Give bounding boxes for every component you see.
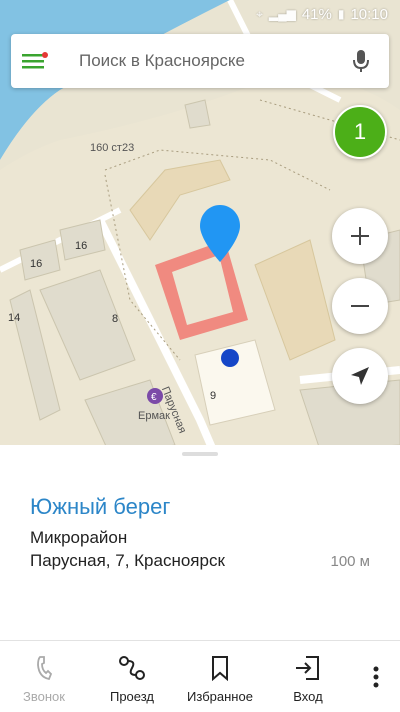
building-small (184, 99, 211, 129)
plus-icon (351, 227, 369, 245)
call-label: Звонок (23, 689, 65, 704)
navigation-arrow-icon (351, 367, 369, 385)
status-bar: ⌖ ▂▄▆ 41% ▮ 10:10 (0, 0, 400, 28)
house-number-16b: 16 (75, 240, 88, 252)
signal-icon: ▂▄▆ (268, 7, 296, 21)
login-label: Вход (293, 689, 323, 704)
menu-button[interactable] (11, 34, 59, 88)
sheet-drag-handle[interactable] (182, 452, 218, 456)
house-number-9: 9 (210, 390, 217, 402)
voice-search-button[interactable] (333, 34, 389, 88)
phone-icon (37, 656, 53, 681)
my-location-button[interactable] (332, 348, 388, 404)
building-8 (39, 269, 136, 381)
svg-text:€: € (151, 392, 157, 403)
hamburger-icon (22, 52, 48, 69)
clock: 10:10 (350, 5, 388, 23)
favorites-label: Избранное (187, 689, 253, 704)
battery-icon: ▮ (337, 7, 345, 21)
route-label: Проезд (109, 689, 154, 704)
call-button[interactable]: Звонок (0, 641, 88, 712)
login-icon (296, 656, 319, 680)
more-vertical-icon (373, 666, 379, 687)
house-number-14: 14 (8, 312, 21, 324)
place-distance: 100 м (330, 553, 370, 570)
street-label: 160 ст23 (90, 142, 135, 154)
zoom-out-button[interactable] (332, 278, 388, 334)
more-options-button[interactable] (352, 641, 400, 712)
battery-level: 41% (301, 5, 332, 23)
search-bar (11, 34, 389, 88)
notifications-badge[interactable]: 1 (333, 105, 387, 159)
zoom-in-button[interactable] (332, 208, 388, 264)
route-icon (119, 656, 145, 680)
house-number-8: 8 (112, 313, 119, 325)
login-button[interactable]: Вход (264, 641, 352, 712)
place-title: Южный берег (30, 494, 171, 519)
bookmark-icon (212, 656, 228, 681)
place-type: Микрорайон (30, 528, 128, 547)
microphone-icon (353, 50, 369, 72)
place-address: Парусная, 7, Красноярск (30, 551, 225, 570)
action-toolbar: Звонок Проезд Избранное Вход (0, 640, 400, 712)
minus-icon (351, 305, 369, 307)
ermak-label: Ермак (138, 410, 170, 422)
search-input[interactable] (59, 51, 333, 71)
favorites-button[interactable]: Избранное (176, 641, 264, 712)
location-dot (221, 349, 239, 367)
route-button[interactable]: Проезд (88, 641, 176, 712)
house-number-16a: 16 (30, 258, 43, 270)
building-right (254, 239, 336, 361)
location-status-icon: ⌖ (256, 6, 263, 21)
